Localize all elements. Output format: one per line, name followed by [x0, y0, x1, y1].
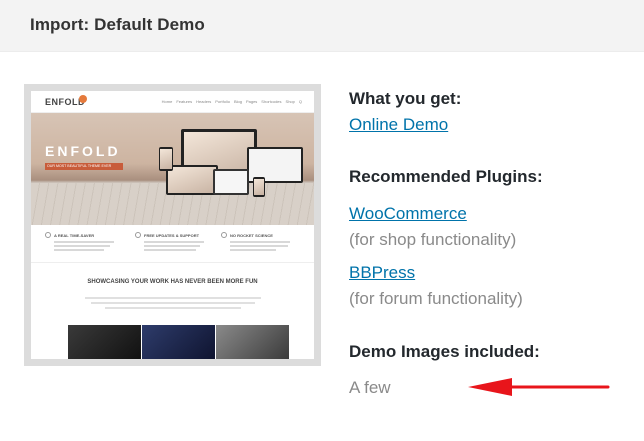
- feature-icon: [221, 232, 227, 238]
- preview-menu-item: Q: [298, 99, 302, 104]
- preview-gallery-item: [142, 325, 215, 359]
- demo-preview-site: ENFOLD Home Features Headers Portfolio B…: [31, 91, 314, 359]
- preview-showcase: SHOWCASING YOUR WORK HAS NEVER BEEN MORE…: [31, 265, 314, 325]
- preview-showcase-title: SHOWCASING YOUR WORK HAS NEVER BEEN MORE…: [87, 279, 258, 285]
- woocommerce-note: (for shop functionality): [349, 230, 517, 249]
- page-title: Import: Default Demo: [30, 15, 205, 34]
- what-you-get-heading: What you get:: [349, 89, 462, 108]
- bbpress-link[interactable]: BBPress: [349, 263, 415, 283]
- online-demo-link[interactable]: Online Demo: [349, 115, 448, 135]
- preview-feature-title: FREE UPDATES & SUPPORT: [144, 233, 200, 238]
- preview-menu-item: Blog: [233, 99, 242, 104]
- preview-feature-title: A REAL TIME-SAVER: [54, 233, 95, 238]
- preview-phone-device: [159, 147, 173, 171]
- preview-gallery-item: [216, 325, 289, 359]
- annotation-arrow-icon: [468, 378, 610, 396]
- bbpress-note: (for forum functionality): [349, 289, 523, 308]
- preview-navbar: ENFOLD Home Features Headers Portfolio B…: [31, 91, 314, 113]
- preview-menu-item: Features: [176, 99, 193, 104]
- preview-hero: ENFOLD OUR MOST BEAUTIFUL THEME EVER: [31, 113, 314, 225]
- demo-images-value: A few: [349, 378, 391, 397]
- preview-menu-item: Shop: [285, 99, 295, 104]
- preview-tablet-device: [213, 169, 249, 195]
- preview-hero-brand: ENFOLD: [45, 143, 121, 159]
- demo-images-heading: Demo Images included:: [349, 342, 540, 361]
- preview-menu-item: Headers: [196, 99, 212, 104]
- preview-gallery: [68, 325, 289, 359]
- demo-preview-image: ENFOLD Home Features Headers Portfolio B…: [24, 84, 321, 366]
- preview-phone-device: [253, 177, 265, 197]
- page-header: Import: Default Demo: [0, 0, 644, 52]
- preview-feature-title: NO ROCKET SCIENCE: [230, 233, 273, 238]
- preview-gallery-item: [68, 325, 141, 359]
- preview-menu-item: Pages: [245, 99, 258, 104]
- preview-menu-item: Portfolio: [215, 99, 230, 104]
- recommended-plugins-heading: Recommended Plugins:: [349, 167, 543, 186]
- feature-icon: [135, 232, 141, 238]
- woocommerce-link[interactable]: WooCommerce: [349, 204, 467, 224]
- preview-hero-tagline: OUR MOST BEAUTIFUL THEME EVER: [47, 164, 112, 168]
- preview-menu-item: Home: [161, 99, 173, 104]
- preview-logo-mark-icon: [79, 95, 87, 103]
- preview-menu-item: Shortcodes: [261, 99, 282, 104]
- preview-laptop-device: [166, 165, 218, 195]
- preview-features: A REAL TIME-SAVER FREE UPDATES & SUPPORT…: [31, 225, 314, 263]
- feature-icon: [45, 232, 51, 238]
- preview-menu: Home Features Headers Portfolio Blog Pag…: [162, 99, 302, 104]
